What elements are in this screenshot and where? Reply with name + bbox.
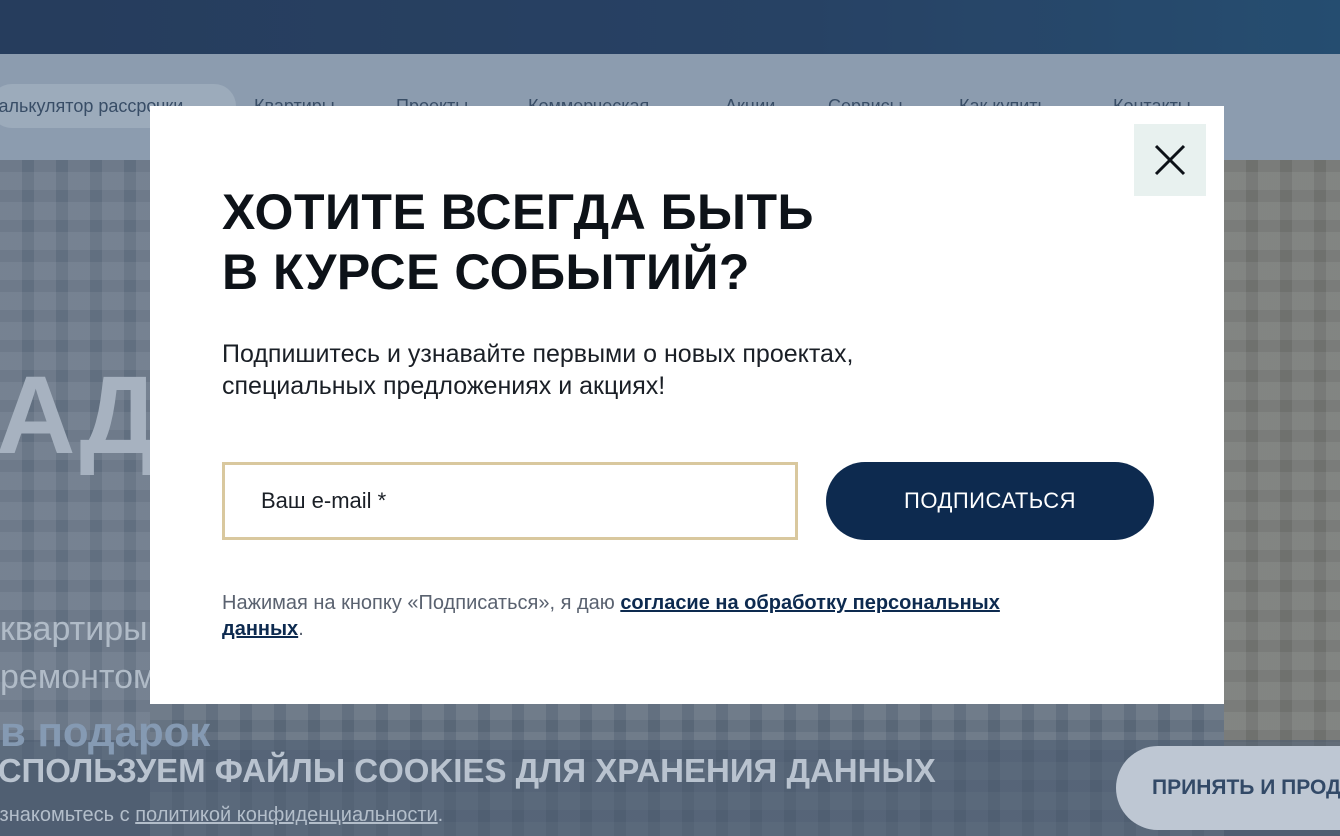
consent-prefix: Нажимая на кнопку «Подписаться», я даю <box>222 592 621 614</box>
consent-text: Нажимая на кнопку «Подписаться», я даю с… <box>222 590 1082 642</box>
modal-subtitle-line-2: специальных предложениях и акциях! <box>222 372 666 400</box>
modal-title: ХОТИТЕ ВСЕГДА БЫТЬ В КУРСЕ СОБЫТИЙ? <box>222 182 814 302</box>
modal-title-line-2: В КУРСЕ СОБЫТИЙ? <box>222 244 750 300</box>
close-icon <box>1154 144 1186 176</box>
modal-subtitle: Подпишитесь и узнавайте первыми о новых … <box>222 338 1082 402</box>
subscribe-button[interactable]: ПОДПИСАТЬСЯ <box>826 462 1154 540</box>
modal-subtitle-line-1: Подпишитесь и узнавайте первыми о новых … <box>222 340 854 368</box>
consent-suffix: . <box>298 618 304 640</box>
subscribe-modal: ХОТИТЕ ВСЕГДА БЫТЬ В КУРСЕ СОБЫТИЙ? Подп… <box>150 106 1224 704</box>
close-button[interactable] <box>1134 124 1206 196</box>
email-input[interactable] <box>222 462 798 540</box>
modal-title-line-1: ХОТИТЕ ВСЕГДА БЫТЬ <box>222 184 814 240</box>
